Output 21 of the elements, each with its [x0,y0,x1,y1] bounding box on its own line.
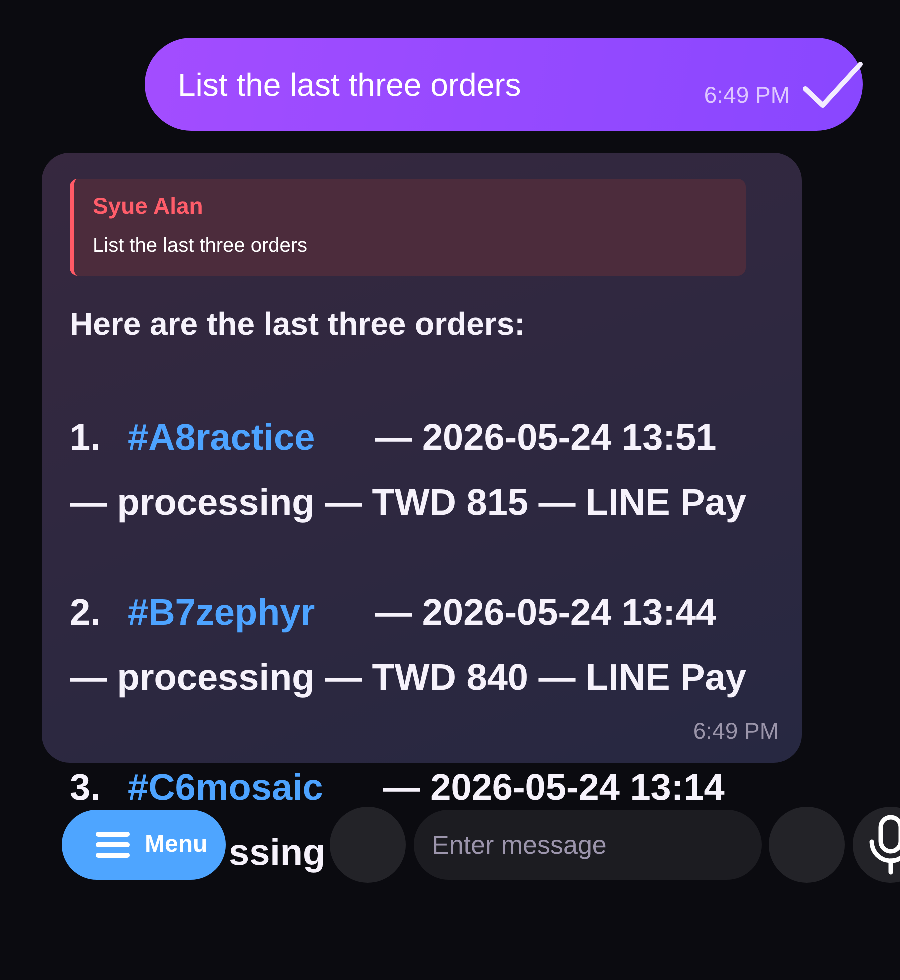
menu-icon [96,832,130,858]
message-text: List the last three orders [178,66,522,104]
order-summary: — processing — TWD 840 — LINE Pay [70,658,746,698]
message-time: 6:49 PM [693,718,779,744]
order-datetime: — 2026-05-24 13:44 [375,593,717,633]
list-number: 3. [70,768,101,808]
order-link[interactable]: #C6mosaic [128,768,324,808]
list-number: 1. [70,418,101,458]
list-number: 2. [70,593,101,633]
message-time: 6:49 PM [704,82,790,108]
order-summary: ssing [229,833,326,873]
order-datetime: — 2026-05-24 13:14 [383,768,725,808]
order-link[interactable]: #B7zephyr [128,593,316,633]
order-datetime: — 2026-05-24 13:51 [375,418,717,458]
order-link[interactable]: #A8ractice [128,418,316,458]
quote-text: List the last three orders [93,234,308,259]
microphone-icon [869,815,900,875]
quote-author: Syue Alan [93,192,204,221]
order-summary: — processing — TWD 815 — LINE Pay [70,483,746,523]
reply-heading: Here are the last three orders: [70,305,526,343]
message-input[interactable]: Enter message [414,810,762,880]
